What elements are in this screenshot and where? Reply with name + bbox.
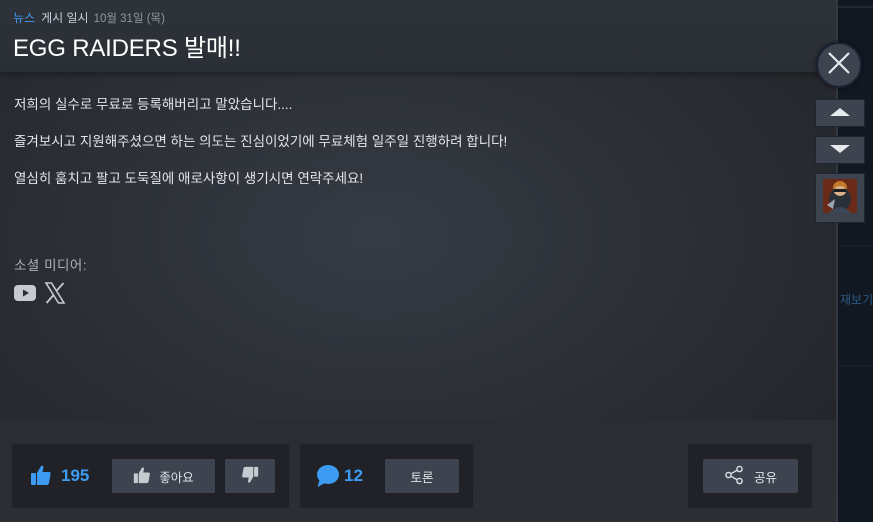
chevron-up-icon: [830, 104, 850, 122]
body-paragraph: 열심히 훔치고 팔고 도둑질에 애로사항이 생기시면 연락주세요!: [14, 171, 364, 186]
game-avatar-button[interactable]: [815, 173, 865, 223]
news-modal: 뉴스 게시 일시 10월 31일 (목) EGG RAIDERS 발매!! 저희의 …: [0, 0, 836, 522]
share-button-label: 공유: [753, 470, 777, 485]
likes-count: 195: [61, 466, 90, 485]
thumbs-up-icon: [30, 464, 52, 491]
avatar: [823, 178, 857, 218]
discuss-button-label: 토론: [410, 470, 434, 485]
chevron-down-icon: [830, 141, 850, 159]
thumbs-up-icon: [133, 466, 151, 487]
divider: [838, 6, 873, 8]
page-title: EGG RAIDERS 발매!!: [13, 35, 241, 62]
social-icons: [14, 282, 66, 309]
modal-footer: 195 좋아요 12 토론 공유: [0, 420, 836, 522]
post-date: 10월 31일 (목): [93, 13, 165, 25]
body-paragraph: 저희의 실수로 무료로 등록해버리고 말았습니다....: [14, 97, 293, 112]
next-button[interactable]: [815, 136, 865, 164]
posted-label: 게시 일시: [41, 11, 89, 25]
close-button[interactable]: [816, 42, 862, 88]
divider: [838, 245, 873, 246]
share-button[interactable]: 공유: [703, 459, 798, 493]
category-label[interactable]: 뉴스: [13, 11, 35, 25]
close-icon: [827, 51, 851, 80]
social-media-label: 소셜 미디어:: [14, 258, 88, 273]
discuss-button[interactable]: 토론: [385, 459, 459, 493]
post-body: 저희의 실수로 무료로 등록해버리고 말았습니다.... 즐겨보시고 지원해주셨…: [14, 96, 814, 207]
comment-icon: [316, 464, 340, 493]
previous-button[interactable]: [815, 99, 865, 127]
background-link: 재보기: [840, 293, 873, 307]
dislike-button[interactable]: [225, 459, 275, 493]
like-button[interactable]: 좋아요: [112, 459, 215, 493]
x-icon[interactable]: [44, 282, 66, 309]
share-panel: 공유: [688, 444, 812, 508]
thumbs-down-icon: [241, 466, 259, 487]
comments-panel: 12 토론: [300, 444, 473, 508]
body-paragraph: 즐겨보시고 지원해주셨으면 하는 의도는 진심이었기에 무료체험 일주일 진행하…: [14, 134, 508, 149]
youtube-icon[interactable]: [14, 285, 36, 306]
modal-header: 뉴스 게시 일시 10월 31일 (목) EGG RAIDERS 발매!!: [0, 0, 836, 72]
like-button-label: 좋아요: [159, 470, 194, 485]
share-icon: [724, 465, 744, 488]
rating-panel: 195 좋아요: [12, 444, 289, 508]
divider: [838, 365, 873, 366]
comment-count: 12: [344, 466, 363, 485]
post-meta: 뉴스 게시 일시 10월 31일 (목): [13, 9, 165, 26]
